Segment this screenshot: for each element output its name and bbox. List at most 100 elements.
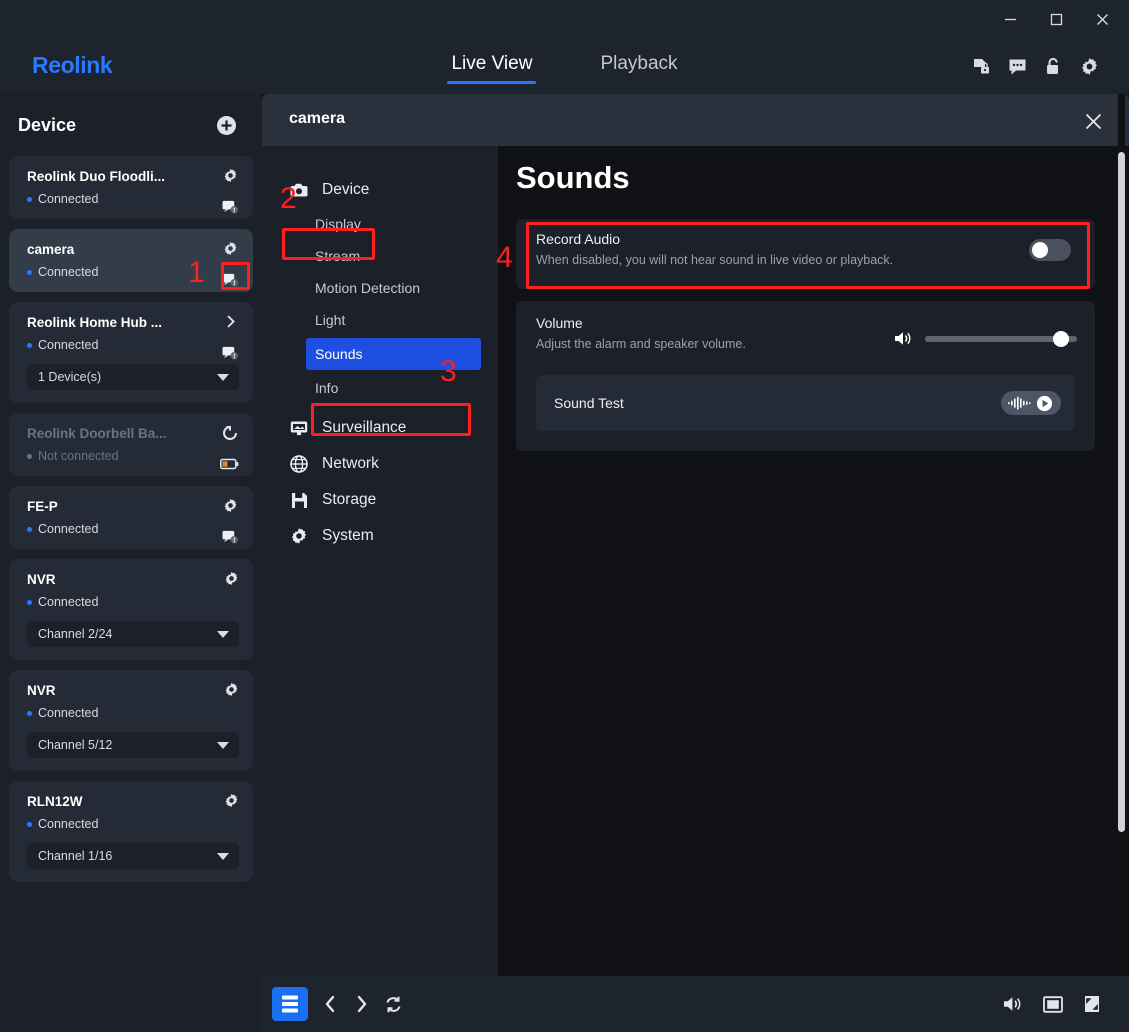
- monitor-icon: [289, 420, 309, 436]
- add-device-button[interactable]: [216, 115, 237, 136]
- record-audio-toggle[interactable]: [1029, 239, 1071, 261]
- battery-icon: [220, 457, 239, 475]
- expand-icon[interactable]: [1083, 995, 1101, 1013]
- header-icon-group: [972, 38, 1099, 94]
- nav-item-label: System: [322, 527, 374, 544]
- close-button[interactable]: [1079, 2, 1125, 36]
- nav-item-light[interactable]: Light: [262, 304, 498, 336]
- annotation-1: 1: [188, 256, 205, 289]
- device-status-text: Connected: [38, 265, 99, 279]
- gear-icon[interactable]: [223, 241, 238, 261]
- file-lock-icon[interactable]: [972, 57, 991, 76]
- device-card[interactable]: RLN12W Connected Channel 1/16: [9, 781, 253, 882]
- channel-select-value: Channel 1/16: [38, 849, 113, 863]
- nav-item-display[interactable]: Display: [262, 208, 498, 240]
- chevron-right-icon[interactable]: [224, 314, 237, 334]
- speaker-icon[interactable]: [1003, 995, 1023, 1013]
- dialog-close-icon[interactable]: [1079, 107, 1107, 135]
- sound-test-play-button[interactable]: [1001, 391, 1061, 415]
- gear-icon[interactable]: [1080, 57, 1099, 76]
- record-audio-card: Record Audio When disabled, you will not…: [516, 219, 1095, 289]
- gear-icon[interactable]: [224, 682, 239, 702]
- fullscreen-icon[interactable]: [1043, 995, 1063, 1013]
- device-status: Connected: [27, 265, 98, 279]
- volume-title: Volume: [536, 315, 583, 331]
- channel-select[interactable]: 1 Device(s): [27, 364, 239, 390]
- device-status: Connected: [27, 192, 165, 206]
- dialog-header: camera: [262, 94, 1129, 146]
- settings-dialog: camera Device Display Stream Motion Dete…: [262, 94, 1129, 976]
- previous-icon[interactable]: [322, 994, 339, 1014]
- device-alert-icon[interactable]: [222, 345, 239, 365]
- nav-item-label: Network: [322, 455, 379, 472]
- chat-bubble-icon[interactable]: [1008, 57, 1027, 76]
- channel-select[interactable]: Channel 2/24: [27, 621, 239, 647]
- layout-icon[interactable]: [272, 987, 308, 1021]
- status-dot: [27, 269, 32, 275]
- volume-card: Volume Adjust the alarm and speaker volu…: [516, 301, 1095, 451]
- nav-item-network[interactable]: Network: [262, 446, 498, 482]
- nav-item-storage[interactable]: Storage: [262, 482, 498, 518]
- volume-slider[interactable]: [925, 330, 1077, 347]
- record-audio-description: When disabled, you will not hear sound i…: [536, 253, 894, 267]
- device-card[interactable]: NVR Connected Channel 5/12: [9, 670, 253, 771]
- content-scrollbar-thumb[interactable]: [1118, 152, 1125, 832]
- device-card[interactable]: Reolink Doorbell Ba... Not connected: [9, 413, 253, 476]
- device-card[interactable]: FE-P Connected: [9, 486, 253, 549]
- device-status-text: Connected: [38, 817, 99, 831]
- device-name: RLN12W: [27, 794, 83, 809]
- play-circle-icon: [1036, 395, 1053, 411]
- device-name: Reolink Duo Floodli...: [27, 169, 165, 184]
- status-dot: [27, 821, 32, 827]
- device-name: NVR: [27, 683, 56, 698]
- tab-playback[interactable]: Playback: [596, 48, 681, 84]
- nav-item-surveillance[interactable]: Surveillance: [262, 410, 498, 446]
- tab-live-view[interactable]: Live View: [447, 48, 537, 84]
- gear-icon[interactable]: [223, 498, 238, 518]
- gear-icon[interactable]: [224, 793, 239, 813]
- device-alert-icon[interactable]: [222, 199, 239, 219]
- gear-icon[interactable]: [224, 571, 239, 591]
- speaker-icon: [894, 330, 913, 347]
- channel-select-value: Channel 2/24: [38, 627, 113, 641]
- waveform-icon: [1008, 396, 1031, 410]
- next-icon[interactable]: [353, 994, 370, 1014]
- nav-item-label: Storage: [322, 491, 377, 508]
- nav-item-device[interactable]: Device: [262, 172, 498, 208]
- nav-item-stream[interactable]: Stream: [262, 240, 498, 272]
- device-status-text: Not connected: [38, 449, 119, 463]
- nav-item-info[interactable]: Info: [262, 372, 498, 404]
- gear-icon[interactable]: [223, 168, 238, 188]
- channel-select[interactable]: Channel 5/12: [27, 732, 239, 758]
- nav-item-motion-detection[interactable]: Motion Detection: [262, 272, 498, 304]
- chevron-down-icon: [217, 741, 229, 749]
- page-title: Sounds: [516, 160, 630, 195]
- sound-test-label: Sound Test: [554, 395, 624, 411]
- device-card-camera[interactable]: camera Connected: [9, 229, 253, 292]
- maximize-button[interactable]: [1033, 2, 1079, 36]
- channel-select[interactable]: Channel 1/16: [27, 843, 239, 869]
- device-card[interactable]: NVR Connected Channel 2/24: [9, 559, 253, 660]
- record-audio-title: Record Audio: [536, 231, 621, 247]
- volume-slider-thumb[interactable]: [1052, 330, 1069, 347]
- device-name: Reolink Home Hub ...: [27, 315, 163, 330]
- device-card[interactable]: Reolink Home Hub ... Connected 1 Device(…: [9, 302, 253, 403]
- annotation-3: 3: [440, 355, 457, 388]
- status-dot: [27, 710, 32, 716]
- unlock-icon[interactable]: [1044, 57, 1063, 76]
- device-card[interactable]: Reolink Duo Floodli... Connected: [9, 156, 253, 219]
- device-alert-icon[interactable]: [222, 529, 239, 549]
- main-tabs: Live View Playback: [0, 38, 1129, 94]
- device-name: camera: [27, 242, 75, 257]
- annotation-4: 4: [496, 241, 513, 274]
- device-status-text: Connected: [38, 706, 99, 720]
- device-card-icons: [222, 241, 239, 292]
- device-status-text: Connected: [38, 595, 99, 609]
- minimize-button[interactable]: [987, 2, 1033, 36]
- device-alert-icon[interactable]: [222, 272, 239, 292]
- refresh-icon[interactable]: [384, 995, 403, 1014]
- refresh-icon[interactable]: [222, 425, 238, 446]
- device-card-icons: [224, 571, 239, 591]
- nav-item-system[interactable]: System: [262, 518, 498, 554]
- device-card-icons: [222, 498, 239, 549]
